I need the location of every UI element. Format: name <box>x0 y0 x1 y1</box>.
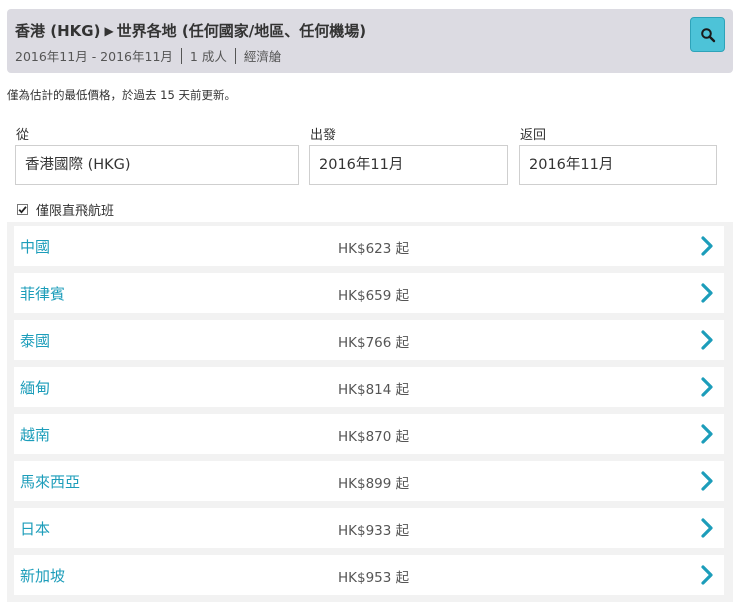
chevron-right-icon[interactable] <box>699 328 715 352</box>
result-row[interactable]: 菲律賓 HK$659 起 <box>14 273 724 313</box>
result-row[interactable]: 越南 HK$870 起 <box>14 414 724 454</box>
destination-label: 世界各地 (任何國家/地區、任何機場) <box>116 22 367 40</box>
price-label: HK$766 起 <box>338 335 410 351</box>
return-label: 返回 <box>520 128 547 143</box>
return-input[interactable]: 2016年11月 <box>519 145 717 185</box>
chevron-right-icon[interactable] <box>699 375 715 399</box>
country-link[interactable]: 越南 <box>20 424 50 445</box>
chevron-right-icon[interactable] <box>699 422 715 446</box>
country-link[interactable]: 中國 <box>20 236 50 257</box>
result-row[interactable]: 泰國 HK$766 起 <box>14 320 724 360</box>
chevron-right-icon[interactable] <box>699 281 715 305</box>
price-label: HK$659 起 <box>338 288 410 304</box>
passenger-count: 1 成人 <box>189 49 227 64</box>
price-label: HK$623 起 <box>338 241 410 257</box>
divider <box>180 48 182 64</box>
result-row[interactable]: 馬來西亞 HK$899 起 <box>14 461 724 501</box>
checkmark-icon <box>18 206 27 214</box>
depart-input[interactable]: 2016年11月 <box>309 145 508 185</box>
chevron-right-icon[interactable] <box>699 469 715 493</box>
direct-only-option[interactable]: 僅限直飛航班 <box>17 200 114 219</box>
chevron-right-icon[interactable] <box>699 516 715 540</box>
route-title: 香港 (HKG) ▶ 世界各地 (任何國家/地區、任何機場) <box>15 20 366 41</box>
chevron-right-icon[interactable] <box>699 563 715 587</box>
price-label: HK$933 起 <box>338 523 410 539</box>
country-link[interactable]: 日本 <box>20 518 50 539</box>
search-meta: 2016年11月 - 2016年11月 1 成人 經濟艙 <box>15 46 281 65</box>
country-link[interactable]: 新加坡 <box>20 565 65 586</box>
price-label: HK$953 起 <box>338 570 410 586</box>
from-input[interactable]: 香港國際 (HKG) <box>15 145 299 185</box>
chevron-right-icon[interactable] <box>699 234 715 258</box>
result-row[interactable]: 緬甸 HK$814 起 <box>14 367 724 407</box>
direct-only-label: 僅限直飛航班 <box>36 204 115 219</box>
country-link[interactable]: 菲律賓 <box>20 283 65 304</box>
price-label: HK$814 起 <box>338 382 410 398</box>
divider <box>234 48 236 64</box>
price-label: HK$899 起 <box>338 476 410 492</box>
price-notice: 僅為估計的最低價格，於過去 15 天前更新。 <box>7 88 236 102</box>
cabin-class: 經濟艙 <box>243 49 282 64</box>
price-label: HK$870 起 <box>338 429 410 445</box>
origin-label: 香港 (HKG) <box>15 22 101 40</box>
country-link[interactable]: 泰國 <box>20 330 50 351</box>
country-link[interactable]: 馬來西亞 <box>20 471 80 492</box>
search-button[interactable] <box>690 17 725 52</box>
direct-only-checkbox[interactable] <box>17 204 28 215</box>
play-arrow-icon: ▶ <box>104 24 114 38</box>
result-row[interactable]: 日本 HK$933 起 <box>14 508 724 548</box>
date-range: 2016年11月 - 2016年11月 <box>15 49 173 64</box>
country-link[interactable]: 緬甸 <box>20 377 50 398</box>
result-row[interactable]: 中國 HK$623 起 <box>14 226 724 266</box>
result-row[interactable]: 新加坡 HK$953 起 <box>14 555 724 595</box>
from-label: 從 <box>16 128 30 143</box>
search-summary: 香港 (HKG) ▶ 世界各地 (任何國家/地區、任何機場) 2016年11月 - … <box>7 9 733 73</box>
depart-label: 出發 <box>310 128 337 143</box>
search-icon <box>700 27 715 42</box>
